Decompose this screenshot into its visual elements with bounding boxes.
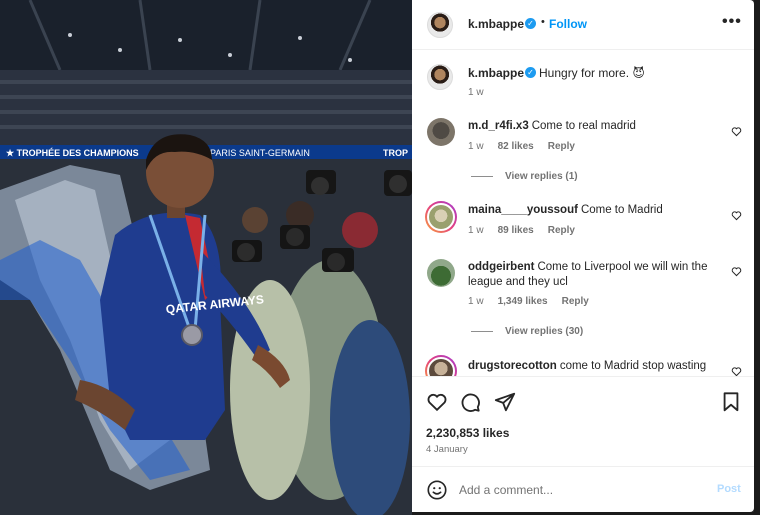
view-replies-button[interactable]: View replies (30)	[471, 326, 583, 337]
author-avatar[interactable]	[427, 12, 453, 38]
comment-body: come to Madrid stop wasting	[559, 360, 707, 372]
comment-like-heart-icon[interactable]	[731, 126, 742, 137]
add-comment-bar: Post	[412, 466, 754, 512]
comment-input[interactable]	[459, 481, 699, 499]
post-photo[interactable]: ★ TROPHÉE DES CHAMPIONS PARIS SAINT-GERM…	[0, 0, 412, 515]
separator-dot: •	[541, 16, 545, 28]
reply-button[interactable]: Reply	[562, 296, 589, 307]
likes-count[interactable]: 2,230,853 likes	[426, 426, 509, 440]
photo-illustration: ★ TROPHÉE DES CHAMPIONS PARIS SAINT-GERM…	[0, 0, 412, 515]
post-date: 4 January	[426, 444, 468, 455]
author-username[interactable]: k.mbappe	[468, 17, 524, 31]
caption-text: Hungry for more. 😈	[539, 66, 645, 80]
verified-icon: ✓	[525, 18, 536, 29]
comment-likes[interactable]: 89 likes	[498, 225, 534, 236]
comment-body: Come to Madrid	[580, 204, 663, 216]
comment-like-heart-icon[interactable]	[731, 366, 742, 376]
comment-meta: 1 w 1,349 likes Reply	[468, 296, 603, 307]
comment-username[interactable]: drugstorecotton	[468, 360, 557, 372]
verified-icon: ✓	[525, 67, 536, 78]
reply-button[interactable]: Reply	[548, 225, 575, 236]
post-comment-button[interactable]: Post	[717, 483, 741, 495]
bookmark-icon[interactable]	[720, 391, 742, 413]
share-icon[interactable]	[494, 391, 516, 413]
caption-username[interactable]: k.mbappe	[468, 66, 524, 80]
banner-right-text: TROP	[383, 148, 408, 158]
comment-username[interactable]: maina____youssouf	[468, 204, 578, 216]
comment-row-partial: drugstorecotton come to Madrid stop wasti…	[412, 350, 754, 376]
comment-avatar[interactable]	[425, 201, 457, 233]
comment-meta: 1 w 82 likes Reply	[468, 141, 589, 152]
comment-likes[interactable]: 1,349 likes	[498, 296, 548, 307]
comment-body-line2: league and they ucl	[468, 276, 568, 288]
backdrop-edge	[754, 0, 760, 515]
comment-like-heart-icon[interactable]	[731, 266, 742, 277]
emoji-icon[interactable]	[426, 479, 448, 501]
comment-text: oddgeirbent Come to Liverpool we will win…	[468, 260, 730, 290]
comment-avatar[interactable]	[425, 355, 457, 376]
banner-left-text: ★ TROPHÉE DES CHAMPIONS	[6, 148, 139, 158]
caption-avatar[interactable]	[427, 64, 453, 90]
comment-time: 1 w	[468, 141, 484, 152]
comment-username[interactable]: oddgeirbent	[468, 261, 534, 273]
heart-icon[interactable]	[426, 391, 448, 413]
comment-text: m.d_r4fi.x3 Come to real madrid	[468, 119, 728, 134]
follow-button[interactable]: Follow	[549, 17, 587, 31]
comment-meta: 1 w 89 likes Reply	[468, 225, 589, 236]
comment-text: maina____youssouf Come to Madrid	[468, 203, 728, 218]
view-replies-label: View replies (30)	[505, 326, 584, 337]
comment-username[interactable]: m.d_r4fi.x3	[468, 120, 529, 132]
view-replies-label: View replies (1)	[505, 171, 578, 182]
more-icon[interactable]: •••	[722, 13, 742, 31]
banner-mid-text: PARIS SAINT-GERMAIN	[210, 148, 310, 158]
comment-likes[interactable]: 82 likes	[498, 141, 534, 152]
reply-button[interactable]: Reply	[548, 141, 575, 152]
post-side-panel: k.mbappe ✓ • Follow ••• k.mbappe ✓ Hungr…	[412, 0, 754, 512]
comment-body: Come to Liverpool we will win the	[537, 261, 708, 273]
comment-icon[interactable]	[459, 391, 481, 413]
view-replies-button[interactable]: View replies (1)	[471, 171, 578, 182]
post-actions: 2,230,853 likes 4 January	[412, 376, 754, 466]
comment-avatar[interactable]	[427, 118, 455, 146]
comment-time: 1 w	[468, 225, 484, 236]
comment-body: Come to real madrid	[531, 120, 636, 132]
comment-like-heart-icon[interactable]	[731, 210, 742, 221]
post-header: k.mbappe ✓ • Follow •••	[412, 0, 754, 50]
comment-text: drugstorecotton come to Madrid stop wasti…	[468, 359, 728, 374]
comment-avatar[interactable]	[427, 259, 455, 287]
comment-time: 1 w	[468, 296, 484, 307]
caption-time: 1 w	[468, 87, 484, 98]
